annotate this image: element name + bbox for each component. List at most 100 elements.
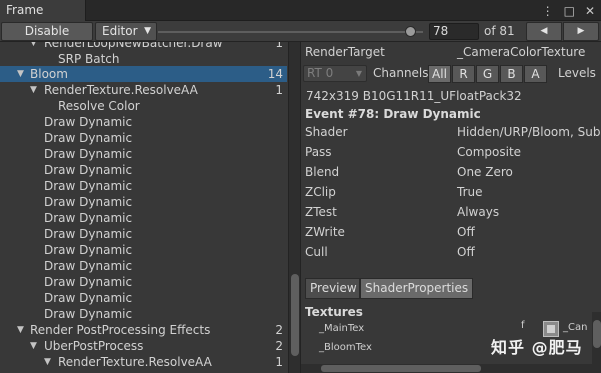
channel-b-button[interactable]: B xyxy=(500,65,523,83)
tree-row[interactable]: Draw Dynamic xyxy=(0,274,287,290)
tree-row[interactable]: Draw Dynamic xyxy=(0,130,287,146)
previous-frame-button[interactable]: ◀ xyxy=(526,22,562,41)
channel-a-button[interactable]: A xyxy=(524,65,547,83)
texture-name: _BloomTex xyxy=(319,342,372,353)
property-key: Blend xyxy=(305,165,340,179)
tree-row-count: 14 xyxy=(267,67,283,81)
texture-format: 742x319 B10G11R11_UFloatPack32 xyxy=(306,89,522,103)
property-key: ZWrite xyxy=(305,225,345,239)
tree-row[interactable]: Draw Dynamic xyxy=(0,258,287,274)
collapse-arrow-icon[interactable]: ▼ xyxy=(17,66,24,82)
tree-row[interactable]: ▼ Render PostProcessing Effects 2 xyxy=(0,322,287,338)
next-frame-button[interactable]: ▶ xyxy=(563,22,599,41)
channel-r-button[interactable]: R xyxy=(452,65,475,83)
collapse-arrow-icon[interactable]: ▼ xyxy=(44,354,51,370)
tree-row-label: Draw Dynamic xyxy=(44,179,133,193)
tab-preview[interactable]: Preview xyxy=(305,278,360,299)
rt-dropdown[interactable]: RT 0 ▼ xyxy=(303,65,367,82)
collapse-arrow-icon[interactable]: ▼ xyxy=(30,82,37,98)
property-value: Off xyxy=(457,225,475,239)
mode-dropdown-value: Editor xyxy=(102,24,138,38)
property-row: Blend One Zero xyxy=(301,162,601,182)
tree-row-selected[interactable]: ▼ Bloom 14 xyxy=(0,66,287,82)
disable-button[interactable]: Disable xyxy=(1,22,93,41)
property-value: True xyxy=(457,185,483,199)
property-key: ZTest xyxy=(305,205,337,219)
tree-row-label: RenderTexture.ResolveAA xyxy=(58,355,212,369)
property-row: Pass Composite xyxy=(301,142,601,162)
tree-row-label: Draw Dynamic xyxy=(44,115,133,129)
property-value: Hidden/URP/Bloom, SubS xyxy=(457,125,601,139)
tree-row[interactable]: Draw Dynamic xyxy=(0,114,287,130)
collapse-arrow-icon[interactable]: ▼ xyxy=(30,42,37,51)
toolbar: Disable Editor ▼ 78 of 81 ◀ ▶ xyxy=(0,21,601,42)
tree-row[interactable]: Draw Dynamic xyxy=(0,162,287,178)
collapse-arrow-icon[interactable]: ▼ xyxy=(30,338,37,354)
tree-row-label: UberPostProcess xyxy=(44,339,144,353)
tree-row-count: 2 xyxy=(275,323,283,337)
frame-total-label: of 81 xyxy=(484,24,515,38)
maximize-icon[interactable]: □ xyxy=(564,4,575,18)
tree-row-label: Draw Dynamic xyxy=(44,275,133,289)
property-key: ZClip xyxy=(305,185,336,199)
tree-row[interactable]: ▼ UberPostProcess 2 xyxy=(0,338,287,354)
property-key: Shader xyxy=(305,125,348,139)
frame-slider-track[interactable] xyxy=(158,31,423,33)
channel-bar: RT 0 ▼ Channels All R G B A Levels xyxy=(301,63,601,84)
tree-row[interactable]: ▼ RenderTexture.ResolveAA 1 xyxy=(0,354,287,370)
tree-row[interactable]: Draw Dynamic xyxy=(0,306,287,322)
tab-shader-properties[interactable]: ShaderProperties xyxy=(360,278,473,299)
tree-row[interactable]: Draw Dynamic xyxy=(0,146,287,162)
frame-slider-thumb[interactable] xyxy=(405,26,416,37)
details-horizontal-scrollbar[interactable] xyxy=(301,364,592,373)
details-vertical-scrollbar-thumb[interactable] xyxy=(593,320,601,348)
details-panel: RenderTarget _CameraColorTexture RT 0 ▼ … xyxy=(300,42,601,373)
window-controls: ⋮ □ ✕ xyxy=(542,0,595,21)
tree-row[interactable]: ▼ RenderLoopNewBatcher.Draw 1 xyxy=(0,42,287,51)
kebab-menu-icon[interactable]: ⋮ xyxy=(542,4,554,18)
tree-row-label: RenderTexture.ResolveAA xyxy=(44,83,198,97)
tree-row[interactable]: Draw Dynamic xyxy=(0,178,287,194)
tree-row-label: Draw Dynamic xyxy=(44,131,133,145)
tree-row[interactable]: Draw Dynamic xyxy=(0,210,287,226)
tree-scrollbar[interactable] xyxy=(288,42,300,373)
property-key: Cull xyxy=(305,245,328,259)
property-row: Cull Off xyxy=(301,242,601,262)
tree-row-label: Draw Dynamic xyxy=(44,163,133,177)
property-value: One Zero xyxy=(457,165,513,179)
tree-row-label: Draw Dynamic xyxy=(44,195,133,209)
details-horizontal-scrollbar-thumb[interactable] xyxy=(321,365,481,372)
tab-frame-debug[interactable]: Frame Debug xyxy=(0,0,86,38)
tree-row[interactable]: Draw Dynamic xyxy=(0,290,287,306)
tree-row-label: Draw Dynamic xyxy=(44,147,133,161)
tree-row-label: Draw Dynamic xyxy=(44,307,133,321)
tree-row-count: 2 xyxy=(275,339,283,353)
channels-label: Channels xyxy=(373,66,429,80)
tree-row-label: SRP Batch xyxy=(58,52,120,66)
details-vertical-scrollbar[interactable] xyxy=(592,312,601,373)
tree-row-count: 1 xyxy=(275,355,283,369)
levels-label: Levels xyxy=(558,66,596,80)
channel-g-button[interactable]: G xyxy=(476,65,499,83)
property-row: ZTest Always xyxy=(301,202,601,222)
channel-all-button[interactable]: All xyxy=(428,65,451,83)
mode-dropdown[interactable]: Editor ▼ xyxy=(95,22,157,41)
close-icon[interactable]: ✕ xyxy=(585,4,595,18)
triangle-left-icon: ◀ xyxy=(540,26,548,36)
collapse-arrow-icon[interactable]: ▼ xyxy=(17,322,24,338)
property-value: Off xyxy=(457,245,475,259)
tree-row[interactable]: Draw Dynamic xyxy=(0,194,287,210)
tree-scrollbar-thumb[interactable] xyxy=(291,274,299,356)
property-key: Pass xyxy=(305,145,332,159)
event-tree: ▼ RenderLoopNewBatcher.Draw 1 SRP Batch … xyxy=(0,42,287,373)
tree-row[interactable]: ▼ RenderTexture.ResolveAA 1 xyxy=(0,82,287,98)
tree-row[interactable]: Draw Dynamic xyxy=(0,242,287,258)
tree-row-label: Draw Dynamic xyxy=(44,211,133,225)
tree-row[interactable]: Resolve Color xyxy=(0,98,287,114)
tree-row-label: Draw Dynamic xyxy=(44,259,133,273)
tree-row[interactable]: SRP Batch xyxy=(0,51,287,67)
frame-number-input[interactable]: 78 xyxy=(429,23,479,40)
tree-row-label: RenderLoopNewBatcher.Draw xyxy=(44,42,223,50)
tree-row[interactable]: Draw Dynamic xyxy=(0,226,287,242)
render-target-row: RenderTarget _CameraColorTexture xyxy=(301,42,601,63)
